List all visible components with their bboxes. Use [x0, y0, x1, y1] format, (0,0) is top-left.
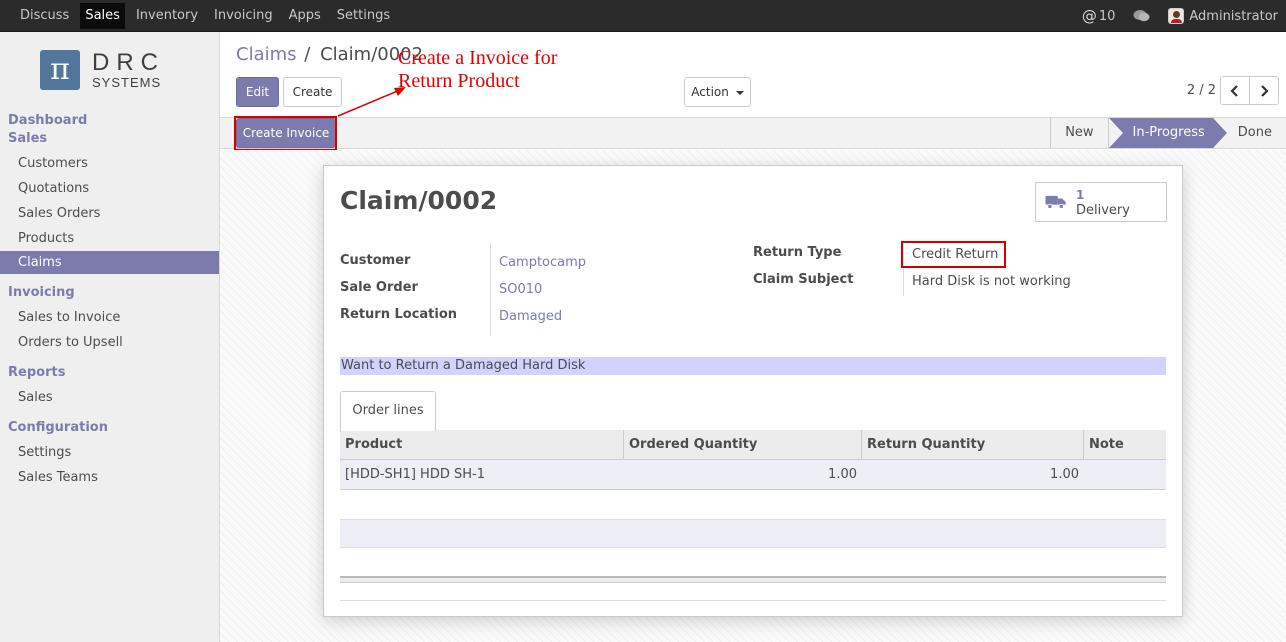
record-title: Claim/0002 [340, 186, 497, 215]
return-type-highlight [901, 241, 1006, 268]
return-location-field[interactable]: Damaged [499, 309, 562, 324]
avatar [1168, 8, 1184, 24]
table-row[interactable]: [HDD-SH1] HDD SH-1 1.00 1.00 [340, 460, 1166, 490]
sale-order-field[interactable]: SO010 [499, 282, 542, 297]
sidebar-section-invoicing: Invoicing [0, 284, 219, 302]
delivery-label: Delivery [1076, 203, 1130, 218]
column-product[interactable]: Product [340, 430, 624, 459]
action-dropdown[interactable]: Action [684, 77, 751, 107]
user-name: Administrator [1189, 9, 1278, 24]
breadcrumb-claims[interactable]: Claims [236, 44, 297, 65]
tab-order-lines[interactable]: Order lines [340, 391, 436, 431]
truck-icon [1044, 195, 1068, 209]
pager-value: 2 / 2 [1187, 83, 1216, 98]
chat-icon [1133, 9, 1150, 23]
return-location-label: Return Location [340, 307, 457, 322]
edit-button[interactable]: Edit [236, 77, 279, 107]
sidebar-section-reports: Reports [0, 364, 219, 382]
activity-count: 10 [1099, 9, 1116, 24]
table-header: Product Ordered Quantity Return Quantity… [340, 430, 1166, 460]
sidebar-item-settings[interactable]: Settings [0, 440, 219, 465]
logo-line1: DRC [92, 51, 165, 75]
column-ordered-quantity[interactable]: Ordered Quantity [624, 430, 862, 459]
annotation-callout: Create a Invoice for Return Product [398, 47, 557, 93]
menu-discuss[interactable]: Discuss [15, 3, 74, 29]
breadcrumb: Claims / Claim/0002 [236, 44, 423, 65]
systray: @ 10 Administrator [1064, 0, 1278, 32]
logo-line2: SYSTEMS [92, 76, 165, 89]
stage-in-progress[interactable]: In-Progress [1108, 118, 1213, 148]
main-content: Claims / Claim/0002 Create a Invoice for… [220, 32, 1286, 642]
menu-invoicing[interactable]: Invoicing [209, 3, 278, 29]
chevron-right-icon [1259, 85, 1269, 97]
logo-symbol: π [40, 50, 80, 90]
annotation-line1: Create a Invoice for [398, 47, 557, 70]
customer-field[interactable]: Camptocamp [499, 255, 586, 270]
column-return-quantity[interactable]: Return Quantity [862, 430, 1084, 459]
sidebar-item-products[interactable]: Products [0, 226, 219, 251]
at-icon: @ [1082, 7, 1097, 25]
table-footer [340, 576, 1166, 583]
product-cell: [HDD-SH1] HDD SH-1 [340, 460, 624, 489]
activity-button[interactable]: @ 10 [1082, 7, 1116, 25]
chevron-left-icon [1230, 85, 1240, 97]
description-field[interactable]: Want to Return a Damaged Hard Disk [340, 357, 1166, 375]
app-menu: Discuss Sales Inventory Invoicing Apps S… [15, 3, 401, 29]
annotation-arrow-icon [332, 84, 412, 120]
stage-selector: New In-Progress Done [1050, 118, 1286, 148]
sidebar-item-orders-to-upsell[interactable]: Orders to Upsell [0, 330, 219, 355]
annotation-line2: Return Product [398, 70, 557, 93]
claim-subject-field[interactable]: Hard Disk is not working [912, 274, 1071, 289]
top-navbar: Discuss Sales Inventory Invoicing Apps S… [0, 0, 1286, 32]
customer-label: Customer [340, 253, 410, 268]
sidebar-item-claims[interactable]: Claims [0, 251, 219, 274]
sidebar-nav: Dashboard Sales Customers Quotations Sal… [0, 112, 219, 490]
sidebar-item-customers[interactable]: Customers [0, 151, 219, 176]
caret-down-icon [736, 91, 744, 95]
pager-next-button[interactable] [1249, 76, 1279, 105]
column-note[interactable]: Note [1084, 430, 1166, 459]
sidebar-item-sales-orders[interactable]: Sales Orders [0, 201, 219, 226]
claim-subject-label: Claim Subject [753, 272, 853, 287]
menu-apps[interactable]: Apps [284, 3, 326, 29]
delivery-smart-button[interactable]: 1 Delivery [1035, 182, 1167, 222]
create-invoice-highlight [234, 116, 337, 151]
order-lines-table: Product Ordered Quantity Return Quantity… [340, 430, 1166, 490]
pager-previous-button[interactable] [1220, 76, 1250, 105]
menu-sales[interactable]: Sales [80, 3, 125, 29]
status-bar: Create Invoice New In-Progress Done [220, 117, 1286, 149]
action-label: Action [691, 85, 729, 99]
menu-settings[interactable]: Settings [332, 3, 395, 29]
return-quantity-cell: 1.00 [862, 460, 1084, 489]
menu-inventory[interactable]: Inventory [131, 3, 203, 29]
sidebar-item-quotations[interactable]: Quotations [0, 176, 219, 201]
create-button[interactable]: Create [283, 77, 342, 107]
sale-order-label: Sale Order [340, 280, 418, 295]
sidebar-item-sales-teams[interactable]: Sales Teams [0, 465, 219, 490]
note-cell [1084, 460, 1166, 489]
table-empty-row [340, 519, 1166, 548]
sidebar-section-configuration: Configuration [0, 419, 219, 437]
sidebar-item-sales-to-invoice[interactable]: Sales to Invoice [0, 305, 219, 330]
sidebar: π DRC SYSTEMS Dashboard Sales Customers … [0, 32, 220, 642]
return-type-label: Return Type [753, 245, 841, 260]
sidebar-dashboard[interactable]: Dashboard [0, 112, 219, 130]
sidebar-section-sales: Sales [0, 130, 219, 148]
ordered-quantity-cell: 1.00 [624, 460, 862, 489]
messaging-button[interactable] [1133, 9, 1150, 23]
delivery-count: 1 [1076, 188, 1084, 202]
company-logo: π DRC SYSTEMS [40, 50, 165, 90]
form-sheet: Claim/0002 1 Delivery Customer Sale Orde… [323, 165, 1183, 617]
sidebar-item-reports-sales[interactable]: Sales [0, 385, 219, 410]
breadcrumb-separator: / [304, 44, 310, 65]
stage-new[interactable]: New [1050, 118, 1107, 148]
user-menu[interactable]: Administrator [1168, 8, 1278, 24]
